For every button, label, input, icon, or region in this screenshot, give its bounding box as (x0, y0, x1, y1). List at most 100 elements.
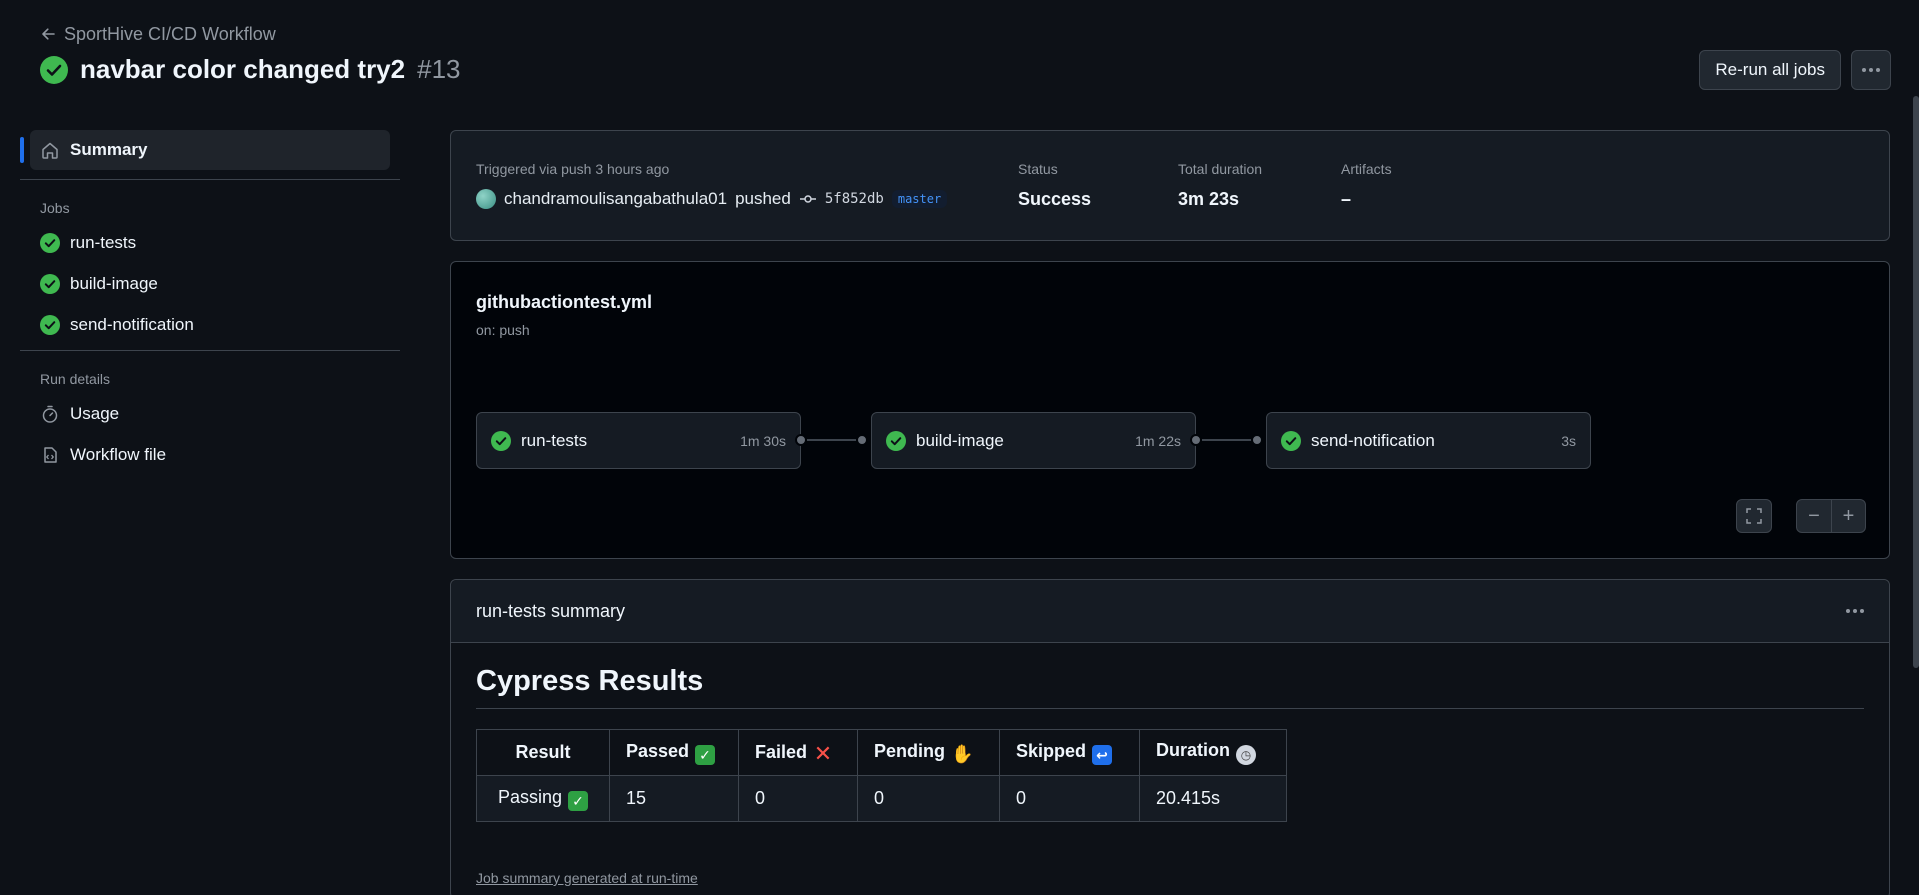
run-title-row: navbar color changed try2 #13 (40, 54, 461, 85)
return-arrow-emoji-icon: ↩ (1092, 744, 1113, 765)
table-header-cell: Result (476, 729, 610, 776)
page-title: navbar color changed try2 (80, 54, 406, 84)
artifacts-label: Artifacts (1341, 161, 1392, 177)
table-header-cell: Passed ✓ (609, 729, 739, 776)
cross-mark-emoji-icon: ✕ (813, 740, 833, 766)
fullscreen-icon[interactable] (1737, 500, 1771, 532)
job-summary-header: run-tests summary (451, 580, 1889, 643)
workflow-name: SportHive CI/CD Workflow (64, 23, 276, 44)
graph-job-run-tests[interactable]: run-tests 1m 30s (476, 412, 801, 469)
table-header-cell: Failed ✕ (738, 729, 858, 776)
table-cell: 15 (609, 775, 739, 822)
page-header: SportHive CI/CD Workflow navbar color ch… (40, 22, 1891, 90)
sidebar-item-label: Usage (70, 403, 120, 423)
sidebar-item-build-image[interactable]: build-image (20, 263, 400, 304)
jobs-heading: Jobs (40, 200, 70, 216)
sidebar-item-usage[interactable]: Usage (20, 393, 400, 434)
run-summary-card: Triggered via push 3 hours ago chandramo… (450, 130, 1890, 241)
job-summary-body: Cypress Results Result Passed ✓ Failed ✕ P… (451, 643, 1889, 895)
branch-badge[interactable]: master (891, 190, 948, 208)
table-cell: 0 (738, 775, 858, 822)
raised-hand-emoji-icon: ✋ (951, 744, 974, 764)
kebab-horizontal-icon[interactable] (1846, 609, 1864, 613)
jobs-list: run-tests build-image send-notification (20, 222, 400, 345)
status-value: Success (1018, 189, 1092, 209)
job-summary-footer-link[interactable]: Job summary generated at run-time (476, 870, 1864, 886)
success-check-icon (886, 430, 906, 451)
sidebar-item-summary[interactable]: Summary (20, 130, 390, 170)
job-duration: 3s (1561, 432, 1576, 449)
total-duration-label: Total duration (1178, 161, 1263, 177)
more-options-button[interactable] (1851, 50, 1891, 90)
job-name: run-tests (521, 430, 588, 450)
table-row: Passing ✓ 15 0 0 0 20.415s (476, 775, 1287, 822)
push-info: chandramoulisangabathula01 pushed 5f852d… (476, 189, 948, 209)
table-cell: 20.415s (1139, 775, 1287, 822)
graph-connector-dot (1251, 434, 1263, 446)
graph-job-send-notification[interactable]: send-notification 3s (1266, 412, 1591, 469)
zoom-controls: − + (1796, 499, 1866, 533)
table-cell: Passing ✓ (476, 775, 610, 822)
workflow-file-name: githubactiontest.yml (476, 292, 653, 312)
actor-link[interactable]: chandramoulisangabathula01 (504, 189, 727, 209)
fullscreen-control (1736, 499, 1772, 533)
sidebar-divider (20, 179, 400, 180)
clock-emoji-icon: ◷ (1236, 745, 1256, 765)
graph-job-build-image[interactable]: build-image 1m 22s (871, 412, 1196, 469)
status-label: Status (1018, 161, 1058, 177)
header-actions: Re-run all jobs (1699, 50, 1891, 90)
scrollbar[interactable] (1913, 96, 1919, 668)
table-cell: 0 (999, 775, 1140, 822)
graph-connector-line (1202, 439, 1252, 441)
artifacts-value: – (1341, 189, 1352, 209)
success-check-icon (40, 273, 60, 294)
action-text: pushed (735, 189, 791, 208)
arrow-left-icon (42, 28, 55, 40)
success-check-icon (491, 430, 511, 451)
table-header-cell: Pending ✋ (857, 729, 1000, 776)
kebab-horizontal-icon (1862, 68, 1880, 72)
sidebar-item-send-notification[interactable]: send-notification (20, 304, 400, 345)
results-table: Result Passed ✓ Failed ✕ Pending ✋ Skipped ↩… (476, 729, 1287, 822)
table-header-cell: Skipped ↩ (999, 729, 1140, 776)
zoom-in-icon[interactable]: + (1831, 500, 1865, 532)
git-commit-icon (799, 195, 816, 203)
graph-connector-line (807, 439, 857, 441)
file-code-icon (44, 446, 57, 463)
stopwatch-icon (42, 405, 58, 423)
sidebar-item-workflow-file[interactable]: Workflow file (20, 434, 400, 475)
table-cell: 0 (857, 775, 1000, 822)
graph-connector-dot (856, 434, 868, 446)
sidebar-item-run-tests[interactable]: run-tests (20, 222, 400, 263)
main-content: Triggered via push 3 hours ago chandramo… (450, 130, 1890, 895)
table-header-cell: Duration ◷ (1139, 729, 1287, 776)
job-name: build-image (916, 430, 1004, 450)
job-duration: 1m 22s (1135, 432, 1181, 449)
back-to-workflow-link[interactable]: SportHive CI/CD Workflow (40, 22, 1891, 46)
sidebar: Summary Jobs run-tests build-image send-… (20, 130, 400, 475)
job-summary-title: run-tests summary (476, 600, 626, 621)
commit-sha-link[interactable]: 5f852db (825, 191, 884, 207)
success-check-icon (40, 232, 60, 253)
graph-connector-dot (795, 434, 807, 446)
zoom-out-icon[interactable]: − (1797, 500, 1831, 532)
run-details-heading: Run details (40, 371, 111, 387)
workflow-run-page: SportHive CI/CD Workflow navbar color ch… (0, 0, 1919, 895)
total-duration-value: 3m 23s (1178, 189, 1240, 209)
sidebar-item-label: build-image (70, 273, 158, 293)
rerun-all-jobs-button[interactable]: Re-run all jobs (1699, 50, 1841, 90)
avatar[interactable] (476, 189, 496, 209)
graph-connector-dot (1190, 434, 1202, 446)
sidebar-divider (20, 350, 400, 351)
check-mark-emoji-icon: ✓ (568, 790, 589, 811)
run-number: #13 (417, 54, 461, 84)
sidebar-item-label: send-notification (70, 314, 194, 334)
job-name: send-notification (1311, 430, 1435, 450)
sidebar-item-label: Workflow file (70, 444, 167, 464)
check-mark-emoji-icon: ✓ (695, 744, 716, 765)
job-duration: 1m 30s (740, 432, 786, 449)
success-check-icon (40, 314, 60, 335)
success-check-icon (1281, 430, 1301, 451)
trigger-text: Triggered via push 3 hours ago (476, 161, 670, 177)
sidebar-item-label: run-tests (70, 232, 137, 252)
